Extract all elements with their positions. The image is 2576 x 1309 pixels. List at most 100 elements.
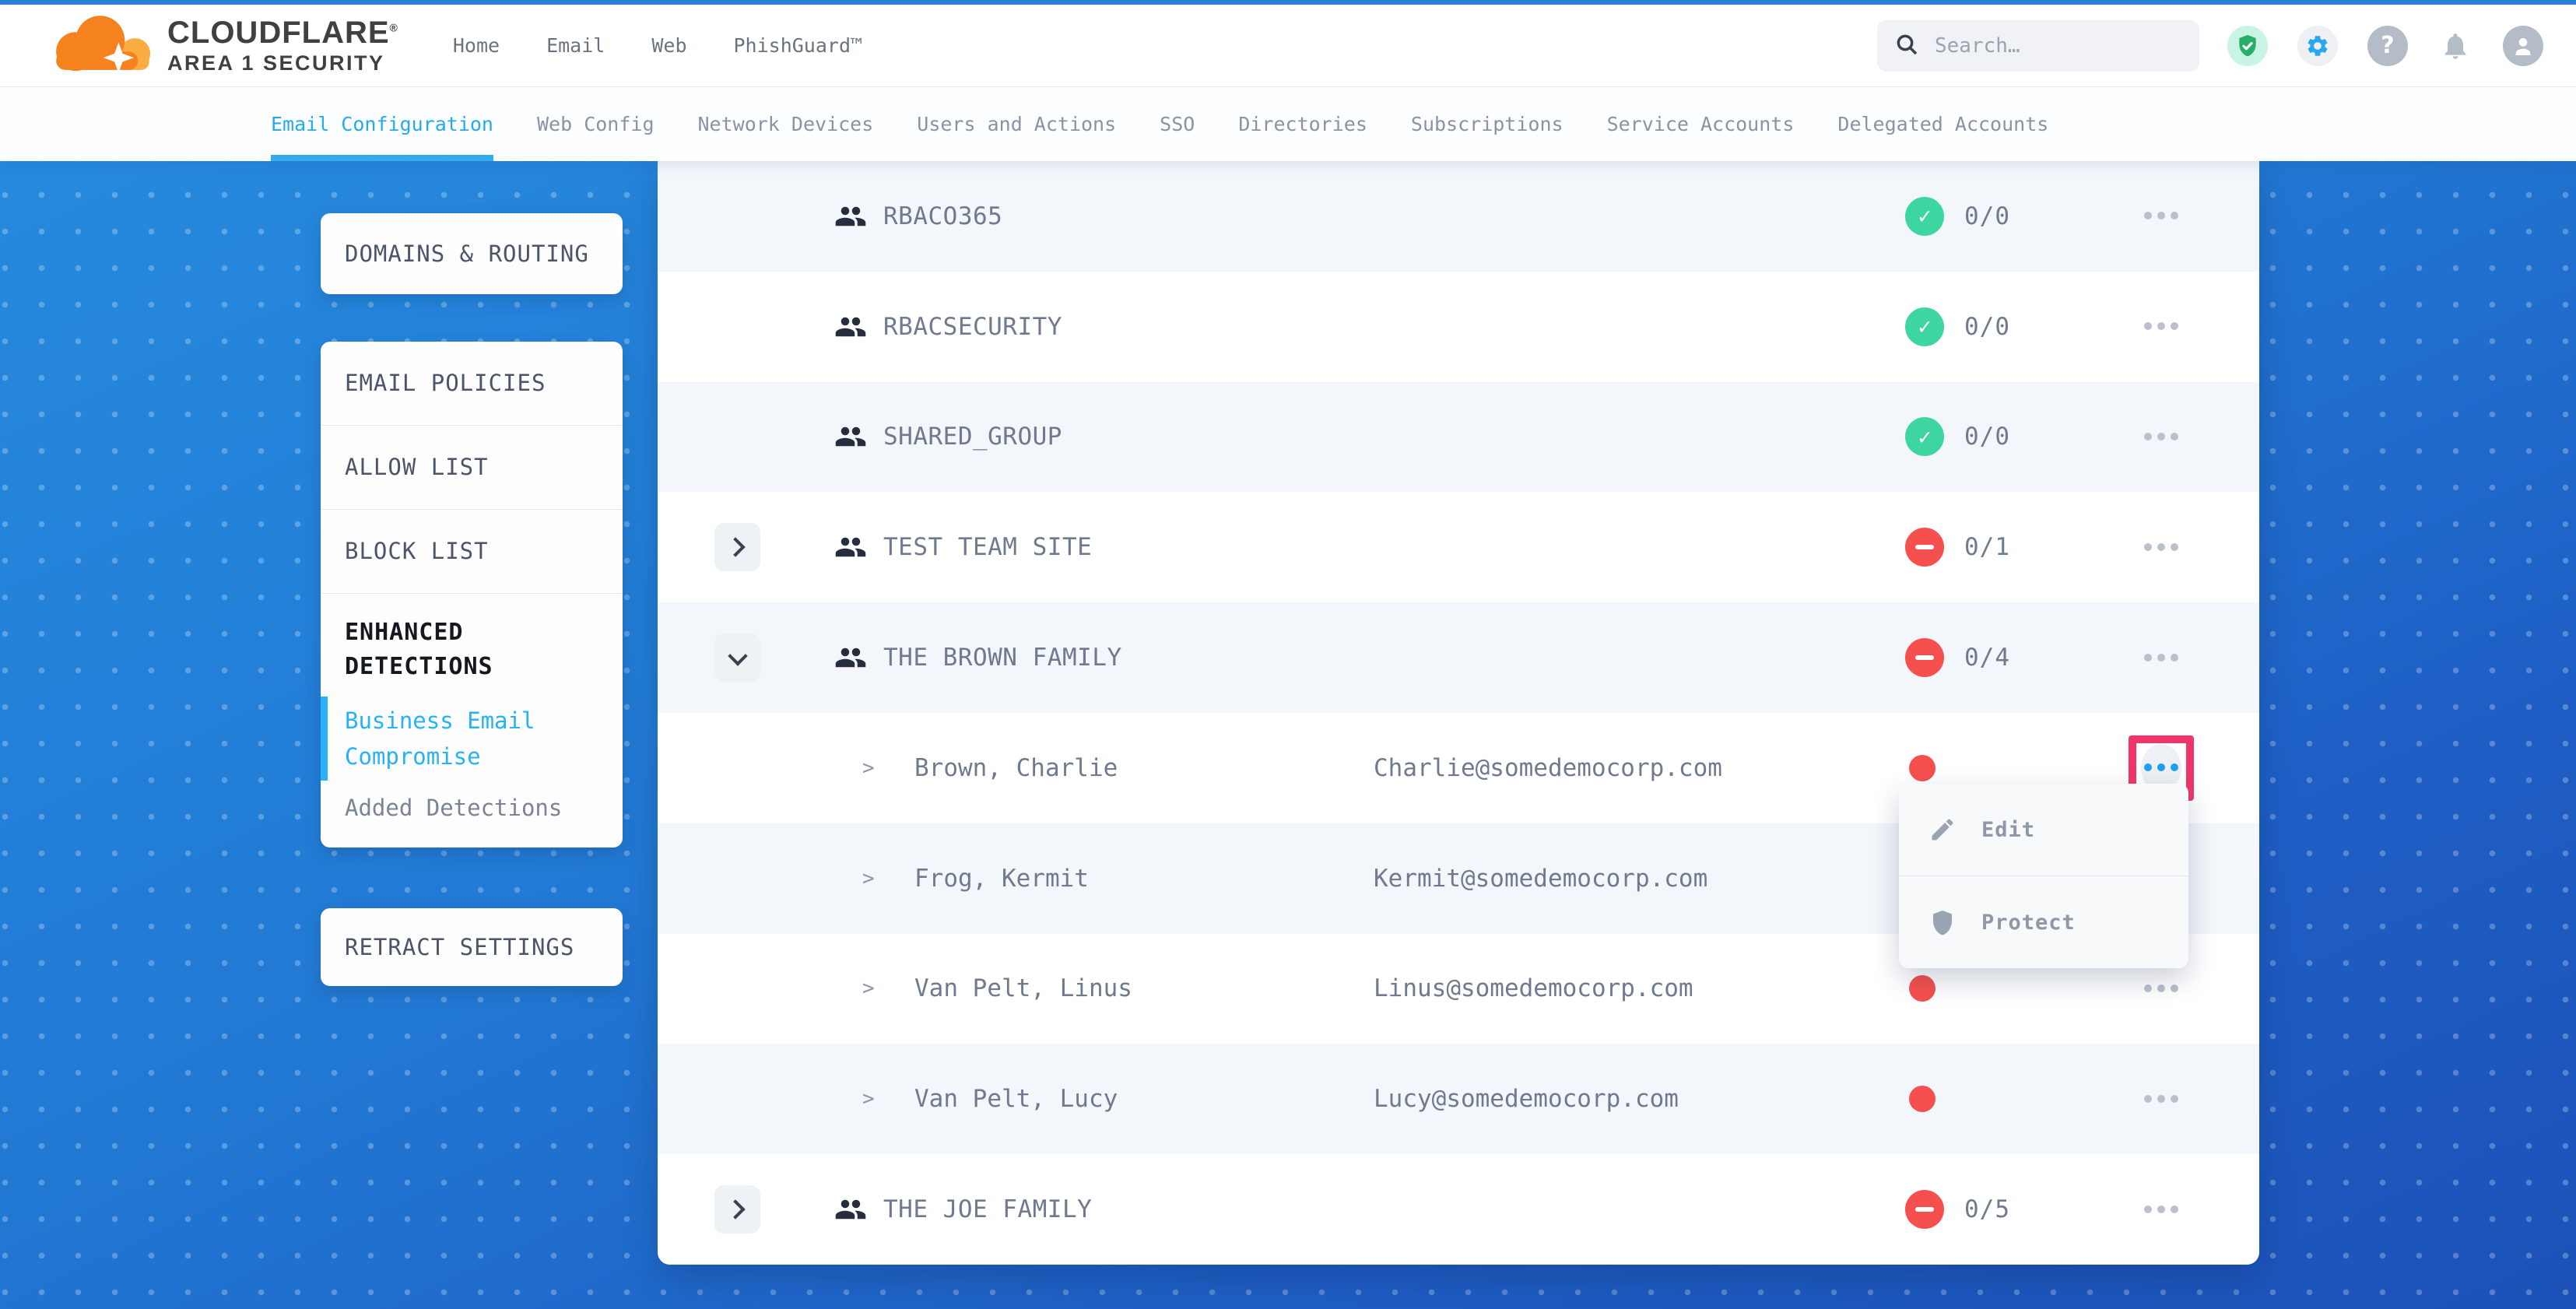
group-people-icon	[834, 200, 867, 233]
tab-sso[interactable]: SSO	[1160, 87, 1195, 161]
notifications-bell-icon[interactable]	[2437, 28, 2473, 64]
sidebar-item-retract-settings[interactable]: RETRACT SETTINGS	[321, 908, 623, 986]
group-people-icon	[834, 1193, 867, 1226]
enhanced-detections-title[interactable]: ENHANCED DETECTIONS	[345, 616, 598, 684]
tab-users-and-actions[interactable]: Users and Actions	[917, 87, 1116, 161]
nav-email[interactable]: Email	[546, 34, 605, 57]
member-chevron-icon: >	[862, 1087, 875, 1111]
member-email: Charlie@somedemocorp.com	[1374, 754, 1722, 782]
status-count: 0/1	[1964, 533, 2010, 561]
table-row: SHARED_GROUP 0/0	[658, 382, 2259, 493]
tab-web-config[interactable]: Web Config	[537, 87, 655, 161]
search-icon	[1894, 32, 1919, 60]
menu-button-circle	[2142, 983, 2181, 995]
sidebar-item-business-email-compromise[interactable]: Business Email Compromise	[345, 703, 598, 774]
row-name: RBACSECURITY	[883, 313, 1062, 341]
primary-nav: Home Email Web PhishGuard™	[453, 34, 862, 57]
expand-toggle-button[interactable]	[714, 633, 760, 682]
row-name: SHARED_GROUP	[883, 423, 1062, 451]
row-name: Brown, Charlie	[914, 754, 1118, 782]
row-menu-button[interactable]	[2129, 625, 2194, 690]
help-icon[interactable]: ?	[2367, 26, 2408, 66]
sidebar-item-email-policies[interactable]: EMAIL POLICIES	[321, 342, 623, 426]
menu-item-edit[interactable]: Edit	[1899, 784, 2188, 876]
row-menu-button[interactable]	[2129, 404, 2194, 469]
menu-button-circle	[2142, 652, 2181, 664]
tab-email-configuration[interactable]: Email Configuration	[271, 87, 493, 161]
table-row: RBACSECURITY 0/0	[658, 272, 2259, 382]
search-input[interactable]	[1933, 33, 2182, 58]
ellipsis-icon	[2142, 652, 2181, 664]
row-menu-button[interactable]	[2129, 294, 2194, 360]
top-edge-strip	[0, 0, 2576, 5]
tab-network-devices[interactable]: Network Devices	[698, 87, 874, 161]
ellipsis-icon	[2142, 983, 2181, 995]
settings-gear-icon[interactable]	[2297, 26, 2338, 66]
user-avatar-icon[interactable]	[2503, 26, 2543, 66]
menu-item-protect-label: Protect	[1981, 911, 2076, 935]
row-menu-button[interactable]	[2129, 184, 2194, 249]
sidebar-item-added-detections[interactable]: Added Detections	[345, 795, 598, 821]
ellipsis-icon	[2142, 431, 2181, 443]
sidebar-item-domains-routing[interactable]: DOMAINS & ROUTING	[321, 213, 623, 294]
status-dot	[1909, 975, 1936, 1002]
row-context-menu: Edit Protect	[1899, 784, 2188, 968]
tab-directories[interactable]: Directories	[1238, 87, 1367, 161]
menu-item-protect[interactable]: Protect	[1899, 876, 2188, 968]
row-menu-button[interactable]	[2129, 514, 2194, 580]
pencil-icon	[1928, 816, 1957, 844]
logo-text: CLOUDFLARE® AREA 1 SECURITY	[167, 17, 398, 74]
menu-button-circle	[2142, 1093, 2181, 1105]
nav-web[interactable]: Web	[651, 34, 686, 57]
expand-toggle-button[interactable]	[714, 1185, 760, 1234]
tab-service-accounts[interactable]: Service Accounts	[1607, 87, 1795, 161]
status-dot	[1909, 755, 1936, 781]
ellipsis-icon	[2142, 542, 2181, 553]
top-header: CLOUDFLARE® AREA 1 SECURITY Home Email W…	[0, 5, 2576, 87]
tab-delegated-accounts[interactable]: Delegated Accounts	[1837, 87, 2048, 161]
sidebar-item-block-list[interactable]: BLOCK LIST	[321, 510, 623, 594]
menu-item-edit-label: Edit	[1981, 818, 2035, 842]
status-badge-icon	[1905, 638, 1944, 677]
status-badge-icon	[1905, 417, 1944, 456]
menu-button-circle	[2142, 1204, 2181, 1216]
member-chevron-icon: >	[862, 756, 875, 780]
shield-check-icon[interactable]	[2227, 26, 2268, 66]
group-people-icon	[834, 420, 867, 453]
row-name: Frog, Kermit	[914, 865, 1089, 893]
chevron-icon	[725, 1199, 745, 1219]
row-menu-button[interactable]	[2129, 1066, 2194, 1132]
sidebar-item-allow-list[interactable]: ALLOW LIST	[321, 426, 623, 510]
table-row: > Van Pelt, Lucy Lucy@somedemocorp.com	[658, 1044, 2259, 1154]
tab-subscriptions[interactable]: Subscriptions	[1411, 87, 1563, 161]
table-row: THE BROWN FAMILY 0/4	[658, 602, 2259, 713]
status-count: 0/5	[1964, 1195, 2010, 1223]
row-name: Van Pelt, Linus	[914, 974, 1132, 1002]
cloudflare-logo[interactable]: CLOUDFLARE® AREA 1 SECURITY	[43, 9, 398, 83]
nav-home[interactable]: Home	[453, 34, 500, 57]
chevron-icon	[725, 538, 745, 557]
ellipsis-icon	[2142, 1093, 2181, 1105]
expand-toggle-button[interactable]	[714, 523, 760, 571]
member-email: Lucy@somedemocorp.com	[1374, 1085, 1679, 1113]
status-count: 0/4	[1964, 644, 2010, 672]
row-menu-button[interactable]	[2129, 1177, 2194, 1242]
sidebar-section-enhanced-detections: ENHANCED DETECTIONS Business Email Compr…	[321, 594, 623, 848]
menu-button-circle	[2142, 321, 2181, 332]
header-icon-group: ?	[2227, 26, 2543, 66]
status-badge-icon	[1905, 307, 1944, 346]
cloudflare-cloud-icon	[43, 9, 160, 83]
app-window: CLOUDFLARE® AREA 1 SECURITY Home Email W…	[0, 0, 2576, 1309]
menu-button-circle	[2142, 431, 2181, 443]
menu-button-circle	[2142, 542, 2181, 553]
row-name: THE BROWN FAMILY	[883, 644, 1122, 672]
member-chevron-icon: >	[862, 977, 875, 1000]
search-box[interactable]	[1877, 20, 2199, 72]
status-badge-icon	[1905, 197, 1944, 236]
table-row: THE JOE FAMILY 0/5	[658, 1154, 2259, 1265]
nav-phishguard[interactable]: PhishGuard™	[734, 34, 863, 57]
secondary-nav: Email Configuration Web Config Network D…	[0, 87, 2576, 161]
status-count: 0/0	[1964, 313, 2010, 341]
status-dot	[1909, 1086, 1936, 1112]
table-row: TEST TEAM SITE 0/1	[658, 492, 2259, 602]
